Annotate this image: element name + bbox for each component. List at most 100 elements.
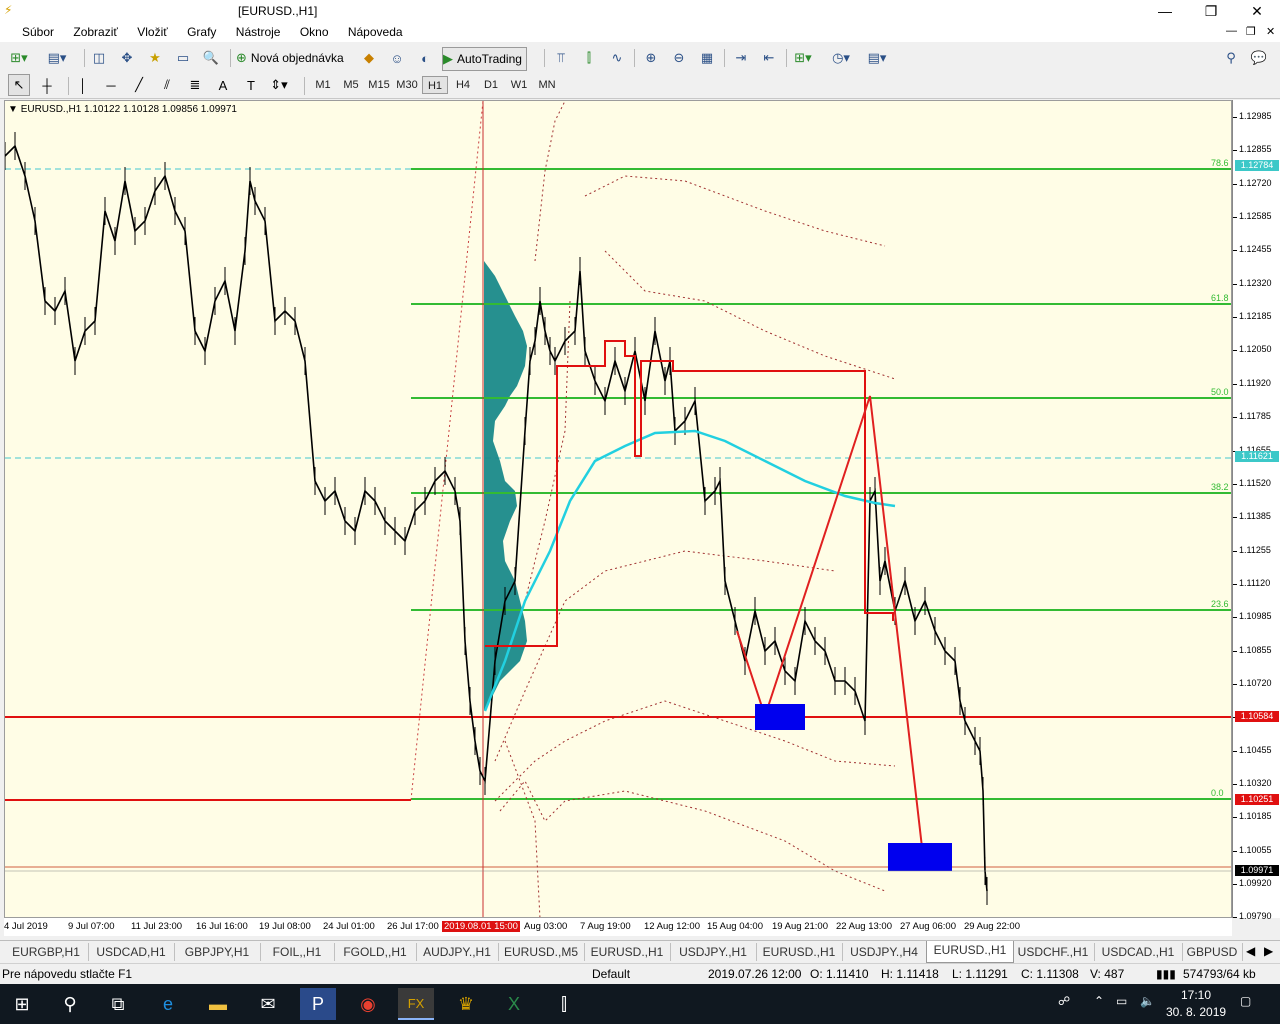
menu-help[interactable]: Nápoveda: [340, 22, 411, 42]
autotrading-button[interactable]: ▶ AutoTrading: [442, 47, 527, 71]
line-chart-icon[interactable]: ∿: [606, 47, 628, 69]
text-icon[interactable]: A: [212, 74, 234, 96]
mail-icon[interactable]: ✉: [250, 988, 286, 1020]
new-order-button[interactable]: ⊕ Nová objednávka: [236, 47, 348, 69]
chart-tab[interactable]: EURUSD.,M5: [498, 943, 585, 961]
zoom-in-icon[interactable]: ⊕: [640, 47, 662, 69]
timeframe-h4[interactable]: H4: [450, 76, 476, 94]
mt4-icon[interactable]: FX: [398, 988, 434, 1020]
chrome-icon[interactable]: ◉: [350, 988, 386, 1020]
window-title: [EURUSD.,H1]: [238, 4, 318, 18]
excel-icon[interactable]: X: [496, 988, 532, 1020]
clock-date[interactable]: 30. 8. 2019: [1166, 1005, 1226, 1019]
horizontal-line-icon[interactable]: ─: [100, 74, 122, 96]
restore-button[interactable]: ❐: [1188, 0, 1234, 22]
text-label-icon[interactable]: T: [240, 74, 262, 96]
chart-tab[interactable]: USDCAD.,H1: [1094, 943, 1183, 961]
app-p-icon[interactable]: P: [300, 988, 336, 1020]
timeframe-w1[interactable]: W1: [506, 76, 532, 94]
zoom-out-icon[interactable]: ⊖: [668, 47, 690, 69]
chart-tab[interactable]: FGOLD,,H1: [334, 943, 417, 961]
chart-shift-icon[interactable]: ⇥: [730, 47, 752, 69]
timeframe-h1[interactable]: H1: [422, 76, 448, 94]
people-icon[interactable]: ☍: [1058, 994, 1070, 1008]
autoscroll-icon[interactable]: ⇤: [758, 47, 780, 69]
terminal-icon[interactable]: ▭: [172, 47, 194, 69]
tray-chevron-icon[interactable]: ⌃: [1094, 994, 1104, 1008]
chat-icon[interactable]: 💬: [1248, 47, 1270, 69]
arrows-icon[interactable]: ⇕▾: [268, 74, 290, 96]
cursor-icon[interactable]: ↖: [8, 74, 30, 96]
task-view-icon[interactable]: ⧉: [100, 988, 136, 1020]
timeframe-m5[interactable]: M5: [338, 76, 364, 94]
clock-time[interactable]: 17:10: [1181, 988, 1211, 1002]
chart-tab[interactable]: GBPUSD: [1182, 943, 1243, 961]
menu-window[interactable]: Okno: [292, 22, 337, 42]
chart-tab[interactable]: EURUSD.,H1: [756, 943, 843, 961]
chart-tab[interactable]: EURGBP,H1: [4, 943, 89, 961]
price-tick: 1.12855: [1233, 144, 1272, 155]
indicators-icon[interactable]: ⊞▾: [792, 47, 814, 69]
tab-scroll-left-icon[interactable]: ◀: [1246, 944, 1255, 958]
equidistant-channel-icon[interactable]: ⫽: [156, 74, 178, 96]
tile-windows-icon[interactable]: ▦: [696, 47, 718, 69]
chart-tab[interactable]: EURUSD.,H1: [584, 943, 671, 961]
menu-file[interactable]: Súbor: [6, 22, 62, 42]
new-chart-icon[interactable]: ⊞▾: [8, 47, 30, 69]
menu-view[interactable]: Zobraziť: [65, 22, 126, 42]
data-window-icon[interactable]: ✥: [116, 47, 138, 69]
menu-insert[interactable]: Vložiť: [129, 22, 176, 42]
chart-tab[interactable]: GBPJPY,H1: [174, 943, 261, 961]
chart-tab[interactable]: EURUSD.,H1: [926, 941, 1014, 963]
volume-icon[interactable]: 🔈: [1140, 994, 1155, 1008]
chart-tab[interactable]: USDCAD,H1: [88, 943, 175, 961]
dotted-trend: [410, 101, 484, 801]
templates-icon[interactable]: ▤▾: [866, 47, 888, 69]
fibonacci-icon[interactable]: ≣: [184, 74, 206, 96]
mdi-restore-icon[interactable]: ❐: [1246, 25, 1256, 38]
strategy-tester-icon[interactable]: 🔍: [200, 47, 222, 69]
trendline-icon[interactable]: ╱: [128, 74, 150, 96]
minimize-button[interactable]: —: [1142, 0, 1188, 22]
tab-scroll-right-icon[interactable]: ▶: [1264, 944, 1273, 958]
timeframe-m1[interactable]: M1: [310, 76, 336, 94]
vertical-line-icon[interactable]: │: [72, 74, 94, 96]
crosshair-icon[interactable]: ┼: [36, 74, 58, 96]
bar-chart-icon[interactable]: ⫪: [550, 47, 572, 69]
search-icon[interactable]: ⚲: [1220, 47, 1242, 69]
notifications-icon[interactable]: ▢: [1240, 994, 1251, 1008]
mdi-close-icon[interactable]: ✕: [1266, 25, 1275, 38]
market-watch-icon[interactable]: ◫: [88, 47, 110, 69]
candlestick-icon[interactable]: ⫿: [578, 47, 600, 69]
timeframe-mn[interactable]: MN: [534, 76, 560, 94]
market-icon[interactable]: ◐: [414, 47, 436, 69]
mdi-minimize-icon[interactable]: —: [1226, 25, 1237, 37]
menu-charts[interactable]: Grafy: [179, 22, 224, 42]
chart-tab[interactable]: AUDJPY.,H1: [416, 943, 499, 961]
file-explorer-icon[interactable]: ▬: [200, 988, 236, 1020]
trophy-icon[interactable]: ♛: [448, 988, 484, 1020]
network-icon[interactable]: ▭: [1116, 994, 1127, 1008]
timeframe-m30[interactable]: M30: [394, 76, 420, 94]
chart-app-icon[interactable]: ⫿: [546, 988, 582, 1020]
menu-tools[interactable]: Nástroje: [228, 22, 289, 42]
price-chart[interactable]: 78.6 61.8 50.0 38.2 23.6 0.0: [4, 100, 1232, 918]
navigator-icon[interactable]: ★: [144, 47, 166, 69]
timeframe-m15[interactable]: M15: [366, 76, 392, 94]
profiles-icon[interactable]: ▤▾: [46, 47, 68, 69]
chart-tab[interactable]: FOIL,,H1: [260, 943, 335, 961]
chart-tab[interactable]: USDJPY.,H1: [670, 943, 757, 961]
chart-tab[interactable]: USDCHF.,H1: [1012, 943, 1095, 961]
status-profile[interactable]: Default: [592, 967, 630, 981]
search-taskbar-icon[interactable]: ⚲: [52, 988, 88, 1020]
edge-icon[interactable]: e: [150, 988, 186, 1020]
signals-icon[interactable]: ☺: [386, 47, 408, 69]
timeframe-d1[interactable]: D1: [478, 76, 504, 94]
price-tick: 1.10320: [1233, 778, 1272, 788]
metaeditor-icon[interactable]: ◆: [358, 47, 380, 69]
start-icon[interactable]: ⊞: [4, 988, 40, 1020]
status-low: L: 1.11291: [952, 967, 1008, 981]
chart-tab[interactable]: USDJPY.,H4: [842, 943, 927, 961]
periods-icon[interactable]: ◷▾: [830, 47, 852, 69]
close-button[interactable]: ✕: [1234, 0, 1280, 22]
